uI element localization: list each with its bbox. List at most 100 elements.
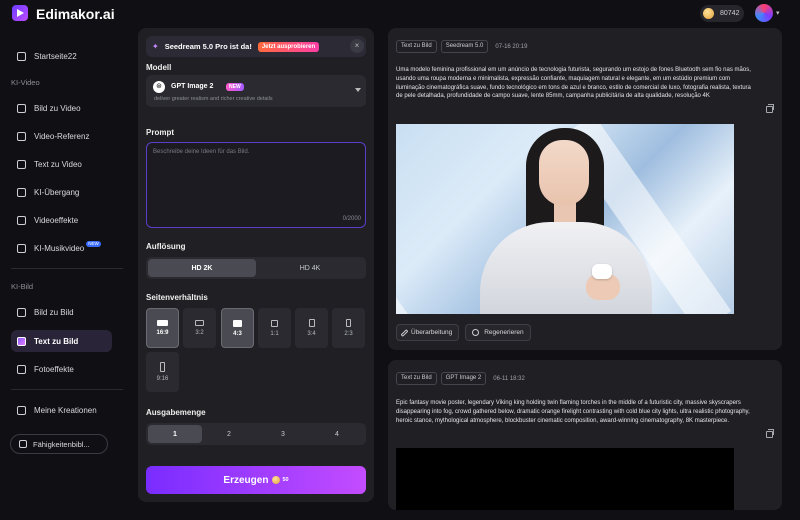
refresh-icon <box>472 329 480 336</box>
ratio-2-3-icon <box>346 319 351 327</box>
aspect-ratio-label-9-16: 9:16 <box>156 376 169 382</box>
model-label: Modell <box>146 63 172 72</box>
image-light-beam <box>396 196 452 314</box>
sidebar-item-label: Fotoeffekte <box>34 364 74 374</box>
sidebar-item-label: KI-Übergang <box>34 187 80 197</box>
sidebar-item-video-reference[interactable]: Video-Referenz <box>11 125 112 147</box>
copy-icon[interactable] <box>766 104 774 113</box>
coin-icon <box>272 476 281 484</box>
resolution-toggle: HD 2K HD 4K <box>146 257 366 279</box>
edimakor-logo-icon[interactable] <box>12 5 28 21</box>
aspect-ratio-9-16[interactable]: 9:16 <box>146 352 179 392</box>
library-icon <box>19 440 27 448</box>
aspect-ratio-3-2[interactable]: 3:2 <box>183 308 216 348</box>
aspect-ratio-label-3-4: 3:4 <box>307 331 316 337</box>
image-face <box>539 140 589 206</box>
sidebar-item-text-to-video[interactable]: Text zu Video <box>11 153 112 175</box>
sidebar-divider <box>11 268 123 269</box>
result-image[interactable] <box>396 124 734 314</box>
sidebar-item-my-creations[interactable]: Meine Kreationen <box>11 399 112 421</box>
resolution-option-2k[interactable]: HD 2K <box>148 259 256 277</box>
result-image[interactable] <box>396 448 734 510</box>
transition-icon <box>17 187 26 197</box>
user-avatar[interactable] <box>755 4 773 22</box>
section-label-ki-bild: KI-Bild <box>11 282 34 291</box>
copy-icon[interactable] <box>766 429 774 438</box>
result-tag: Seedream 5.0 <box>440 40 489 53</box>
sidebar-item-text-to-image[interactable]: Text zu Bild <box>11 330 112 352</box>
quantity-option-4[interactable]: 4 <box>310 425 364 443</box>
chevron-down-icon[interactable]: ▾ <box>776 9 780 17</box>
revise-button[interactable]: Überarbeitung <box>396 324 460 341</box>
ratio-9-16-icon <box>160 362 165 372</box>
home-icon <box>17 51 26 61</box>
photo-effects-icon <box>17 364 26 374</box>
text-to-image-icon <box>17 336 26 346</box>
sidebar-item-label: Text zu Video <box>34 159 82 169</box>
sidebar-item-video-effects[interactable]: Videoeffekte <box>11 209 112 231</box>
sidebar-item-image-to-image[interactable]: Bild zu Bild <box>11 301 112 323</box>
resolution-label: Auflösung <box>146 242 186 251</box>
sidebar-item-label: Startseite22 <box>34 51 77 61</box>
model-new-badge: NEW <box>226 83 244 91</box>
resolution-option-4k[interactable]: HD 4K <box>256 259 364 277</box>
video-reference-icon <box>17 131 26 141</box>
aspect-ratio-4-3[interactable]: 4:3 <box>221 308 254 348</box>
openai-icon: ⊛ <box>153 81 165 93</box>
sidebar-item-ai-transition[interactable]: KI-Übergang <box>11 181 112 203</box>
generation-panel: ✦ Seedream 5.0 Pro ist da! Jetzt ausprob… <box>138 28 374 502</box>
result-tag: GPT Image 2 <box>440 372 487 385</box>
sidebar-item-image-to-video[interactable]: Bild zu Video <box>11 97 112 119</box>
image-to-image-icon <box>17 307 26 317</box>
aspect-ratio-label-1-1: 1:1 <box>270 330 279 337</box>
text-to-video-icon <box>17 159 26 169</box>
folder-icon <box>17 405 26 415</box>
generate-cost: 50 <box>282 477 289 483</box>
regenerate-button-label: Regenerieren <box>484 329 524 336</box>
quantity-option-1[interactable]: 1 <box>148 425 202 443</box>
sidebar-item-music-video[interactable]: KI-Musikvideo NEW <box>11 237 112 259</box>
ratio-3-2-icon <box>195 320 204 326</box>
aspect-ratio-1-1[interactable]: 1:1 <box>258 308 291 348</box>
skills-library-button[interactable]: Fähigkeitenbibl... <box>10 434 108 454</box>
output-quantity-toggle: 1 2 3 4 <box>146 423 366 445</box>
brand-name[interactable]: Edimakor.ai <box>36 6 115 22</box>
sidebar-item-home[interactable]: Startseite22 <box>11 45 112 67</box>
model-name: GPT Image 2 <box>171 83 214 90</box>
top-bar: Edimakor.ai 80742 ▾ <box>0 0 800 28</box>
image-to-video-icon <box>17 103 26 113</box>
result-prompt-text: Epic fantasy movie poster, legendary Vik… <box>396 400 750 424</box>
result-prompt-text: Uma modelo feminina profissional em um a… <box>396 67 751 100</box>
prompt-input[interactable] <box>147 143 365 227</box>
music-video-icon <box>17 243 26 253</box>
result-timestamp: 07-16 20:19 <box>495 43 528 50</box>
generate-button[interactable]: Erzeugen 50 <box>146 466 366 494</box>
sidebar: Startseite22 KI-Video Bild zu Video Vide… <box>0 40 128 520</box>
ratio-1-1-icon <box>271 319 278 327</box>
regenerate-button[interactable]: Regenerieren <box>465 324 531 341</box>
model-select[interactable]: ⊛ GPT Image 2 NEW deliver greater realis… <box>146 75 366 107</box>
aspect-ratio-label-3-2: 3:2 <box>195 330 204 336</box>
quantity-option-2[interactable]: 2 <box>202 425 256 443</box>
aspect-ratio-3-4[interactable]: 3:4 <box>295 308 328 348</box>
prompt-field: 0/2000 <box>146 142 366 228</box>
new-badge: NEW <box>86 241 101 247</box>
aspect-ratio-16-9[interactable]: 16:9 <box>146 308 179 348</box>
sidebar-item-photo-effects[interactable]: Fotoeffekte <box>11 358 112 380</box>
aspect-ratio-label-2-3: 2:3 <box>344 331 353 337</box>
credits-badge[interactable]: 80742 <box>700 5 744 22</box>
pencil-icon <box>400 328 409 337</box>
image-earbud-case <box>592 264 612 279</box>
quantity-option-3[interactable]: 3 <box>256 425 310 443</box>
sidebar-item-label: Text zu Bild <box>34 336 79 346</box>
try-now-button[interactable]: Jetzt ausprobieren <box>257 41 320 52</box>
promo-banner[interactable]: ✦ Seedream 5.0 Pro ist da! Jetzt ausprob… <box>146 36 366 57</box>
chevron-down-icon <box>355 88 361 92</box>
close-icon[interactable]: × <box>350 39 364 53</box>
result-actions: Überarbeitung Regenerieren <box>396 324 531 341</box>
result-card: Text zu Bild GPT Image 2 06-11 18:32 Epi… <box>388 360 782 510</box>
result-card: Text zu Bild Seedream 5.0 07-16 20:19 Um… <box>388 28 782 350</box>
sidebar-item-label: Video-Referenz <box>34 131 90 141</box>
aspect-ratio-2-3[interactable]: 2:3 <box>332 308 365 348</box>
ratio-3-4-icon <box>308 319 315 327</box>
